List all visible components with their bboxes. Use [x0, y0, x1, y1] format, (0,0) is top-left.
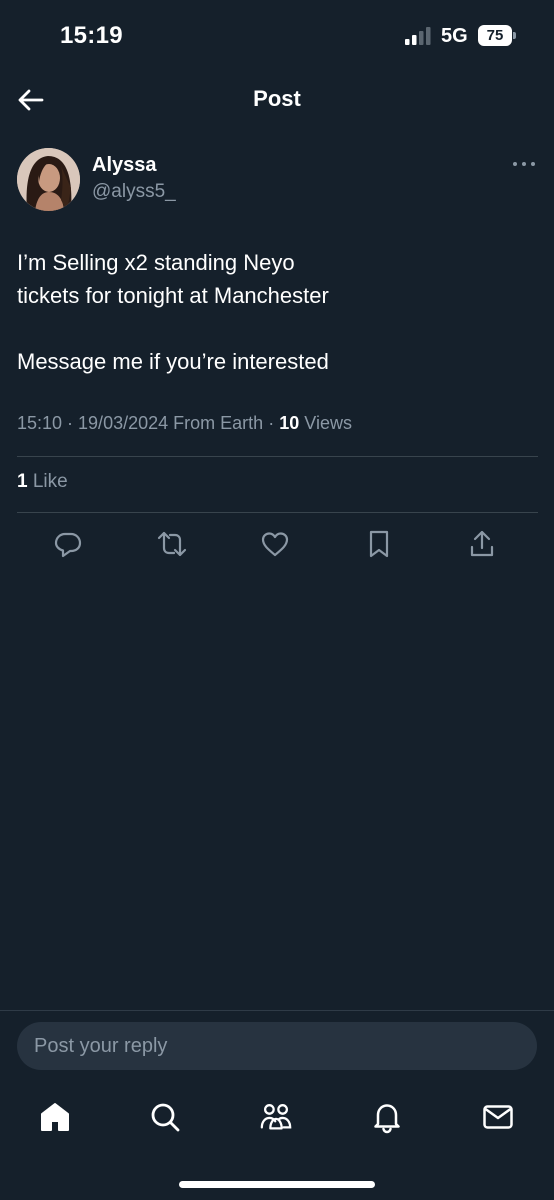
search-icon — [151, 1103, 180, 1132]
likes-label: Like — [32, 471, 68, 492]
post-text-line: I’m Selling x2 standing Neyo — [17, 250, 295, 275]
repost-button[interactable] — [156, 528, 188, 560]
more-options-icon[interactable] — [510, 154, 538, 174]
meta-separator: · — [268, 413, 275, 433]
repost-icon — [157, 531, 187, 557]
nav-communities[interactable] — [259, 1100, 293, 1134]
dot — [513, 162, 517, 166]
nav-search[interactable] — [148, 1100, 182, 1134]
divider — [17, 512, 538, 513]
post-text-blank-line — [17, 312, 537, 345]
post-screen: 15:19 5G 75 Post Alyssa @alyss5_ I’m Sel… — [0, 0, 554, 1200]
bell-icon — [374, 1104, 400, 1134]
battery-cap — [513, 32, 516, 39]
home-indicator[interactable] — [179, 1181, 375, 1188]
bookmark-button[interactable] — [363, 528, 395, 560]
reply-input[interactable] — [17, 1022, 537, 1070]
post-meta: 15:10 · 19/03/2024 From Earth · 10 Views — [17, 413, 352, 434]
divider — [17, 456, 538, 457]
page-title: Post — [253, 86, 301, 111]
cellular-signal-icon — [405, 27, 431, 45]
reply-button[interactable] — [52, 528, 84, 560]
post-timestamp: 15:10 · 19/03/2024 — [17, 413, 169, 433]
avatar-photo — [17, 148, 80, 211]
like-button[interactable] — [259, 528, 291, 560]
reply-divider — [0, 1010, 554, 1011]
people-icon — [260, 1104, 292, 1130]
avatar[interactable] — [17, 148, 80, 211]
battery-icon: 75 — [478, 25, 516, 46]
heart-icon — [261, 532, 289, 557]
likes-summary[interactable]: 1 Like — [17, 471, 68, 493]
status-bar: 15:19 5G 75 — [0, 0, 554, 74]
share-icon — [470, 530, 494, 557]
nav-messages[interactable] — [481, 1100, 515, 1134]
bottom-nav — [0, 1090, 554, 1145]
header: Post — [0, 74, 554, 124]
home-icon — [41, 1103, 69, 1131]
comment-icon — [54, 532, 82, 558]
post-text-line: tickets for tonight at Manchester — [17, 283, 329, 308]
dot — [531, 162, 535, 166]
network-type: 5G — [441, 25, 468, 47]
post-text-line: Message me if you’re interested — [17, 349, 329, 374]
author-handle[interactable]: @alyss5_ — [92, 181, 176, 203]
views-count: 10 — [279, 413, 300, 433]
likes-count: 1 — [17, 471, 28, 492]
battery-level: 75 — [478, 25, 512, 46]
post-text: I’m Selling x2 standing Neyo tickets for… — [17, 246, 537, 378]
mail-icon — [483, 1105, 513, 1129]
nav-home[interactable] — [38, 1100, 72, 1134]
author-name[interactable]: Alyssa — [92, 154, 157, 177]
views-label[interactable]: Views — [304, 413, 352, 433]
nav-notifications[interactable] — [370, 1100, 404, 1134]
share-button[interactable] — [466, 528, 498, 560]
post-source: From Earth — [173, 413, 264, 433]
dot — [522, 162, 526, 166]
post-actions — [0, 528, 554, 560]
bookmark-icon — [369, 530, 389, 558]
status-time: 15:19 — [60, 22, 123, 49]
